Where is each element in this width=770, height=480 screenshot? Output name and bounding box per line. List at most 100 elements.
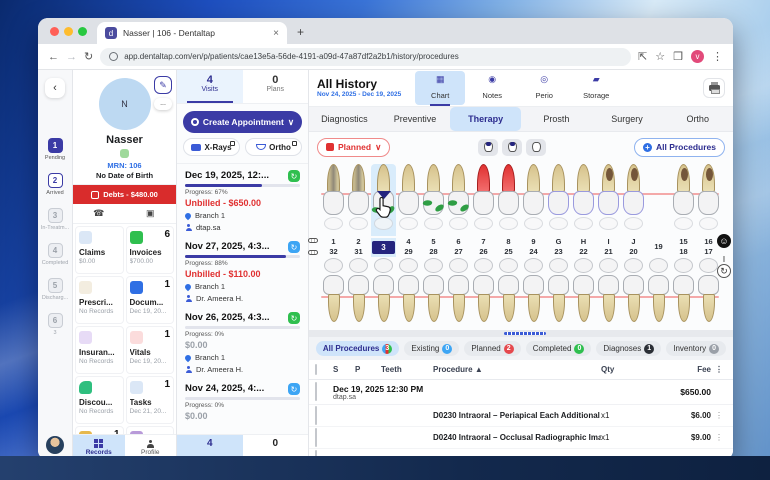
tooth-number[interactable]: 1 32 1 bbox=[321, 237, 346, 257]
ortho-button[interactable]: Ortho bbox=[245, 138, 302, 156]
teeth-column-header[interactable]: Teeth bbox=[381, 365, 433, 374]
category-tab[interactable]: Therapy bbox=[450, 107, 521, 131]
patient-card[interactable]: 1 Tasks Dec 21, 20... bbox=[126, 376, 175, 424]
lower-tooth[interactable] bbox=[371, 258, 396, 328]
status-step[interactable]: 4 Completed bbox=[41, 243, 69, 266]
provider-column-header[interactable]: P bbox=[355, 365, 381, 374]
print-button[interactable] bbox=[703, 78, 725, 98]
message-icon[interactable]: ▣ bbox=[125, 204, 177, 223]
appointment-card[interactable]: Nov 26, 2025, 4:3... ↻ Progress: 0% $0.0… bbox=[185, 312, 300, 374]
tooth-number[interactable]: 2 31 2 bbox=[346, 237, 371, 257]
upper-tooth[interactable] bbox=[446, 164, 471, 236]
back-button[interactable]: ‹ bbox=[45, 78, 65, 98]
zoom-window-button[interactable] bbox=[78, 27, 87, 36]
tooth-number[interactable]: G 23 G bbox=[546, 237, 571, 257]
upper-tooth[interactable] bbox=[571, 164, 596, 236]
tooth-number[interactable]: 4 29 4 bbox=[396, 237, 421, 257]
refresh-icon[interactable]: ↻ bbox=[84, 50, 93, 63]
lower-tooth[interactable] bbox=[496, 258, 521, 328]
category-tab[interactable]: Preventive bbox=[380, 107, 451, 131]
appointment-card[interactable]: Nov 27, 2025, 4:3... ↻ Progress: 88% Unb… bbox=[185, 241, 300, 303]
debts-banner[interactable]: Debts - $480.00 bbox=[73, 185, 176, 204]
browser-profile-avatar[interactable]: v bbox=[691, 50, 704, 63]
status-step[interactable]: 6 3 bbox=[41, 313, 69, 336]
extensions-icon[interactable]: ❒ bbox=[673, 50, 683, 63]
filter-chip[interactable]: Planned 2 bbox=[464, 341, 520, 356]
fee-column-header[interactable]: Fee bbox=[647, 365, 711, 374]
lower-tooth[interactable] bbox=[521, 258, 546, 328]
tooth-number[interactable]: 7 26 7 bbox=[471, 237, 496, 257]
patient-card[interactable]: Discou... No Records bbox=[75, 376, 124, 424]
category-tab[interactable]: Surgery bbox=[592, 107, 663, 131]
screen-share-icon[interactable]: ⇱ bbox=[638, 50, 647, 63]
lower-tooth[interactable] bbox=[571, 258, 596, 328]
tooth-number[interactable]: 9 24 9 bbox=[521, 237, 546, 257]
upper-tooth[interactable] bbox=[396, 164, 421, 236]
row-menu-icon[interactable]: ⋮ bbox=[711, 455, 727, 460]
procedure-row[interactable]: D0230 Intraoral – Periapical Each Additi… bbox=[309, 405, 733, 427]
filter-chip[interactable]: Completed 0 bbox=[526, 341, 592, 356]
status-step[interactable]: 2 Arrived bbox=[41, 173, 69, 196]
tab-profile[interactable]: Profile bbox=[125, 435, 177, 460]
patient-card[interactable]: Prescri... No Records bbox=[75, 276, 124, 324]
lower-tooth[interactable] bbox=[471, 258, 496, 328]
bookmark-star-icon[interactable]: ☆ bbox=[655, 50, 665, 63]
patient-card[interactable]: 1 Docum... Dec 19, 20... bbox=[126, 276, 175, 324]
upper-tooth[interactable] bbox=[346, 164, 371, 236]
patient-card[interactable]: Insuran... No Records bbox=[75, 326, 124, 374]
patient-card[interactable]: Claims $0.00 bbox=[75, 226, 124, 274]
back-icon[interactable]: ← bbox=[48, 51, 59, 63]
upper-tooth[interactable] bbox=[321, 164, 346, 236]
tooth-view-toggle-2[interactable] bbox=[502, 139, 522, 156]
tooth-number[interactable]: I 21 I bbox=[596, 237, 621, 257]
upper-tooth[interactable] bbox=[671, 164, 696, 236]
visits-tab[interactable]: 4 Visits bbox=[177, 70, 243, 103]
window-controls[interactable] bbox=[50, 27, 87, 36]
browser-tab[interactable]: d Nasser | 106 - Dentaltap × bbox=[97, 22, 287, 44]
lower-tooth[interactable] bbox=[421, 258, 446, 328]
planned-filter-button[interactable]: Planned ∨ bbox=[317, 138, 390, 157]
tooth-number[interactable]: H 22 H bbox=[571, 237, 596, 257]
row-menu-icon[interactable]: ⋮ bbox=[711, 433, 727, 442]
upper-tooth[interactable] bbox=[546, 164, 571, 236]
lower-tooth[interactable] bbox=[596, 258, 621, 328]
tab-close-icon[interactable]: × bbox=[273, 28, 279, 39]
tooth-number[interactable]: 5 28 5 bbox=[421, 237, 446, 257]
minimize-window-button[interactable] bbox=[64, 27, 73, 36]
upper-tooth[interactable] bbox=[496, 164, 521, 236]
category-tab[interactable]: Ortho bbox=[662, 107, 733, 131]
call-icon[interactable]: ☎ bbox=[73, 204, 125, 223]
history-tab[interactable]: ▦ Chart bbox=[415, 71, 465, 105]
qty-column-header[interactable]: Qty bbox=[601, 365, 647, 374]
upper-tooth[interactable] bbox=[471, 164, 496, 236]
status-step[interactable]: 3 In-Treatm... bbox=[41, 208, 69, 231]
lower-tooth[interactable] bbox=[546, 258, 571, 328]
filter-chip[interactable]: Inventory 0 bbox=[666, 341, 726, 356]
upper-arch-icon[interactable] bbox=[308, 238, 318, 243]
filter-chip[interactable]: Diagnoses 1 bbox=[596, 341, 661, 356]
row-checkbox[interactable] bbox=[315, 428, 317, 447]
create-appointment-button[interactable]: Create Appointment ∨ bbox=[183, 111, 302, 133]
xrays-button[interactable]: X-Rays bbox=[183, 138, 240, 156]
tooth-view-toggle-1[interactable] bbox=[478, 139, 498, 156]
all-procedures-button[interactable]: + All Procedures bbox=[634, 138, 725, 157]
status-step[interactable]: 1 Pending bbox=[41, 138, 69, 161]
browser-menu-icon[interactable]: ⋮ bbox=[712, 50, 723, 63]
tooth-number[interactable]: J 20 J bbox=[621, 237, 646, 257]
tab-records[interactable]: Records bbox=[73, 435, 125, 460]
history-tab[interactable]: ▰ Storage bbox=[571, 71, 621, 105]
tooth-number[interactable]: 15 18 15 bbox=[671, 237, 696, 257]
reaction-face-button[interactable]: ☺ bbox=[717, 234, 731, 248]
upper-tooth[interactable] bbox=[696, 164, 721, 236]
group-checkbox[interactable] bbox=[315, 382, 317, 401]
lower-tooth[interactable] bbox=[446, 258, 471, 328]
close-window-button[interactable] bbox=[50, 27, 59, 36]
visit-group-row[interactable]: Dec 19, 2025 12:30 PM dtap.sa $650.00 bbox=[309, 380, 733, 405]
table-menu-icon[interactable]: ⋮ bbox=[711, 365, 727, 374]
history-tab[interactable]: ◎ Perio bbox=[519, 71, 569, 105]
upper-tooth[interactable] bbox=[646, 164, 671, 236]
appointments-footer-tab[interactable]: 4 Active bbox=[177, 435, 243, 460]
procedure-row[interactable]: D0240 Intraoral – Occlusal Radiographic … bbox=[309, 427, 733, 449]
chart-horizontal-scrollbar[interactable] bbox=[309, 330, 733, 337]
lower-tooth[interactable] bbox=[621, 258, 646, 328]
